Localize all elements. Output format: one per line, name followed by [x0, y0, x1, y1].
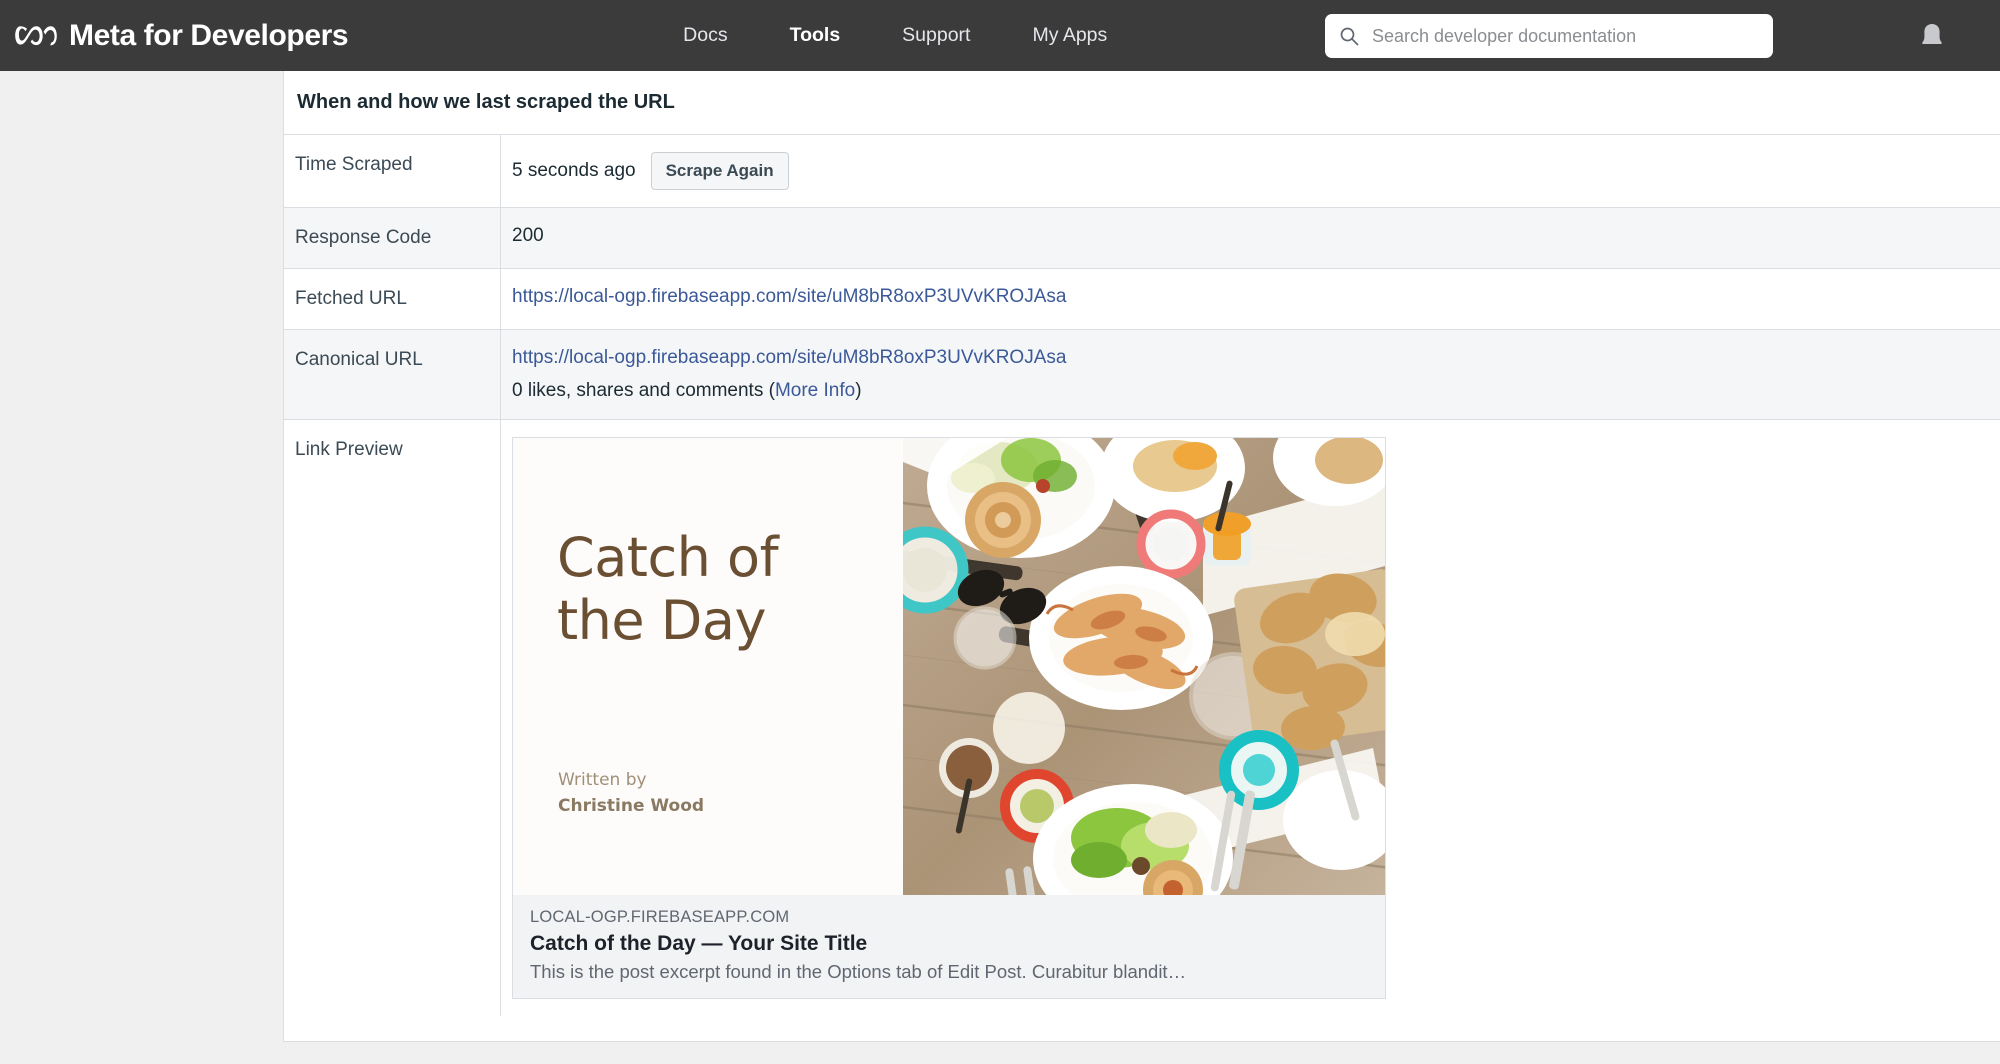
preview-image-headline: Catch of the Day	[557, 526, 779, 653]
fetched-url-link[interactable]: https://local-ogp.firebaseapp.com/site/u…	[512, 286, 1066, 307]
headline-line-2: the Day	[557, 589, 766, 653]
table-row-canonical-url: Canonical URL https://local-ogp.firebase…	[284, 330, 2000, 420]
scrape-results-panel: When and how we last scraped the URL Tim…	[283, 71, 2000, 1042]
preview-image-text-side: Catch of the Day Written by Christine Wo…	[513, 438, 903, 895]
row-value-time-scraped: 5 seconds ago Scrape Again	[501, 135, 2000, 207]
row-value-response-code: 200	[512, 225, 544, 246]
scrape-again-button[interactable]: Scrape Again	[650, 152, 789, 190]
row-label-canonical-url: Canonical URL	[284, 330, 501, 419]
headline-line-1: Catch of	[557, 526, 779, 589]
top-navigation-bar: Meta for Developers Docs Tools Support M…	[0, 0, 2000, 71]
engagement-suffix: )	[855, 380, 862, 401]
notifications-button[interactable]	[1910, 14, 1954, 58]
byline-label: Written by	[558, 770, 647, 790]
row-value-link-preview: Catch of the Day Written by Christine Wo…	[501, 420, 2000, 1016]
link-preview-meta: LOCAL-OGP.FIREBASEAPP.COM Catch of the D…	[513, 895, 1385, 998]
table-row-time-scraped: Time Scraped 5 seconds ago Scrape Again	[284, 135, 2000, 208]
nav-item-docs[interactable]: Docs	[683, 24, 727, 47]
preview-title: Catch of the Day — Your Site Title	[530, 932, 868, 955]
more-info-link[interactable]: More Info	[775, 380, 855, 401]
bell-icon	[1919, 22, 1945, 50]
nav-item-support[interactable]: Support	[902, 24, 970, 47]
byline-author: Christine Wood	[558, 795, 705, 816]
brand-home-link[interactable]: Meta for Developers	[14, 18, 349, 53]
link-preview-card[interactable]: Catch of the Day Written by Christine Wo…	[512, 437, 1386, 999]
table-row-fetched-url: Fetched URL https://local-ogp.firebaseap…	[284, 269, 2000, 330]
row-value-fetched-url: https://local-ogp.firebaseapp.com/site/u…	[501, 269, 2000, 329]
row-label-time-scraped: Time Scraped	[284, 135, 501, 207]
nav-item-tools[interactable]: Tools	[790, 24, 841, 47]
time-scraped-value: 5 seconds ago	[512, 160, 636, 181]
preview-photo	[903, 438, 1385, 895]
page-title: When and how we last scraped the URL	[297, 91, 675, 113]
preview-domain: LOCAL-OGP.FIREBASEAPP.COM	[530, 908, 790, 926]
row-label-link-preview: Link Preview	[284, 420, 501, 1016]
table-row-response-code: Response Code 200	[284, 208, 2000, 269]
link-preview-image: Catch of the Day Written by Christine Wo…	[513, 438, 1385, 895]
panel-header: When and how we last scraped the URL	[284, 71, 2000, 135]
brand-title: Meta for Developers	[69, 18, 349, 52]
engagement-prefix: 0 likes, shares and comments (	[512, 380, 775, 401]
nav-item-my-apps[interactable]: My Apps	[1032, 24, 1107, 47]
preview-description: This is the post excerpt found in the Op…	[530, 961, 1187, 982]
engagement-counts: 0 likes, shares and comments (More Info)	[512, 380, 2000, 402]
row-label-fetched-url: Fetched URL	[284, 269, 501, 329]
canonical-url-link[interactable]: https://local-ogp.firebaseapp.com/site/u…	[512, 347, 1066, 368]
search-box[interactable]	[1325, 14, 1773, 58]
preview-image-byline: Written by Christine Wood	[558, 768, 704, 819]
primary-nav: Docs Tools Support My Apps	[683, 24, 1107, 47]
row-value-canonical-url: https://local-ogp.firebaseapp.com/site/u…	[501, 330, 2000, 419]
row-label-response-code: Response Code	[284, 208, 501, 268]
search-input[interactable]	[1372, 25, 1759, 47]
search-icon	[1339, 26, 1359, 46]
table-row-link-preview: Link Preview Catch of the Day Written by…	[284, 420, 2000, 1016]
meta-infinity-logo-icon	[14, 21, 58, 51]
